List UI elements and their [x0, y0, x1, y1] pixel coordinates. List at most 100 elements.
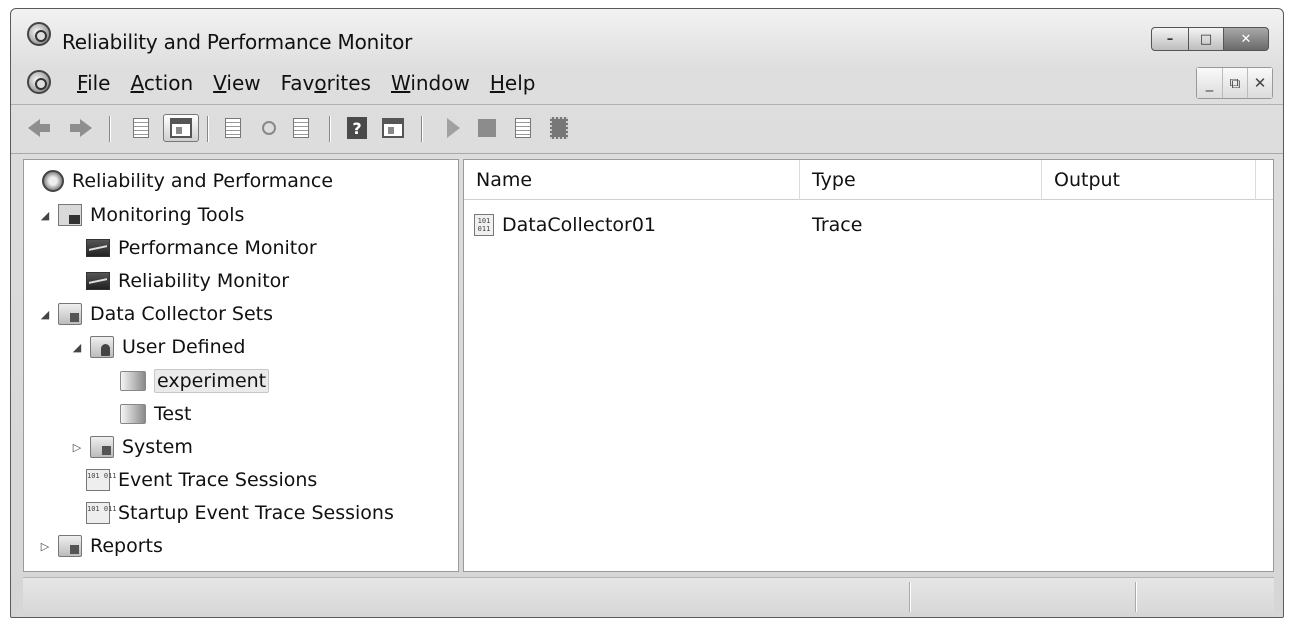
task-icon[interactable]: [509, 114, 537, 142]
child-window-controls: _ ⧉ ✕: [1196, 67, 1273, 99]
minimize-button[interactable]: –: [1151, 27, 1189, 51]
system-folder-icon: [90, 436, 114, 458]
console-gear-icon[interactable]: [27, 70, 51, 94]
up-icon[interactable]: [127, 114, 155, 142]
performance-monitor-icon: [86, 239, 110, 257]
toolbar-separator: [421, 116, 422, 142]
forward-icon[interactable]: [67, 114, 95, 142]
column-header-name[interactable]: Name: [464, 160, 800, 200]
user-defined-icon: [90, 336, 114, 358]
properties-icon[interactable]: [219, 114, 247, 142]
menu-file[interactable]: File: [67, 71, 120, 95]
tree-item-label: Data Collector Sets: [90, 303, 274, 325]
trace-session-icon: 101 011: [86, 502, 117, 524]
up-icon-shape: [133, 118, 149, 138]
tree-item-startup-event-trace-sessions[interactable]: 101 011 Startup Event Trace Sessions: [86, 498, 394, 528]
menu-items: File Action View Favorites Window Help: [67, 71, 545, 95]
export-list-shape: [293, 118, 309, 138]
tree-item-label: Reliability and Performance: [72, 170, 334, 192]
table-row[interactable]: 101 011 DataCollector01 Trace: [464, 208, 1273, 242]
trace-file-icon: 101 011: [474, 214, 494, 236]
app-window: Reliability and Performance Monitor – □ …: [10, 8, 1284, 618]
tree-item-performance-monitor[interactable]: Performance Monitor: [86, 233, 317, 263]
status-separator: [1135, 582, 1136, 612]
menu-help[interactable]: Help: [480, 71, 546, 95]
tree-item-reliability-monitor[interactable]: Reliability Monitor: [86, 266, 289, 296]
refresh-icon[interactable]: [255, 114, 283, 142]
start-shape: [446, 118, 460, 138]
latest-report-shape: [550, 117, 568, 139]
collapse-icon[interactable]: ◢: [38, 208, 52, 222]
toolbar: ?: [11, 106, 1283, 154]
title-bar[interactable]: Reliability and Performance Monitor – □ …: [11, 9, 1283, 59]
list-header: Name Type Output: [464, 160, 1273, 200]
reports-icon: [58, 535, 82, 557]
collapse-icon[interactable]: ◢: [70, 340, 84, 354]
stop-icon[interactable]: [473, 114, 501, 142]
collapse-icon[interactable]: ◢: [38, 307, 52, 321]
menu-action[interactable]: Action: [120, 71, 203, 95]
child-restore-button[interactable]: ⧉: [1222, 68, 1247, 98]
row-name: DataCollector01: [502, 214, 657, 236]
window-controls: – □ ✕: [1151, 27, 1269, 51]
toolbar-separator: [207, 116, 208, 142]
expand-icon[interactable]: ▷: [38, 539, 52, 553]
tree-item-label: experiment: [154, 369, 270, 393]
gear-icon: [42, 170, 64, 192]
tree-item-label: Monitoring Tools: [90, 204, 245, 226]
properties-shape: [225, 118, 241, 138]
tree-item-user-defined[interactable]: ◢ User Defined: [70, 332, 245, 362]
tree-item-event-trace-sessions[interactable]: 101 011 Event Trace Sessions: [86, 465, 317, 495]
status-bar: [23, 577, 1274, 613]
expand-icon[interactable]: ▷: [70, 440, 84, 454]
tree-item-system[interactable]: ▷ System: [70, 432, 193, 462]
tree-item-label: Reliability Monitor: [118, 270, 290, 292]
collector-set-icon: [120, 371, 146, 391]
tree-item-label: Test: [154, 403, 192, 425]
menu-favorites[interactable]: Favorites: [271, 71, 381, 95]
forward-arrow-shape: [80, 119, 92, 137]
tree-item-monitoring-tools[interactable]: ◢ Monitoring Tools: [38, 200, 244, 230]
child-minimize-button[interactable]: _: [1197, 68, 1222, 98]
export-list-icon[interactable]: [287, 114, 315, 142]
tree-item-label: Reports: [90, 535, 163, 557]
back-icon[interactable]: [25, 114, 53, 142]
menu-bar: File Action View Favorites Window Help _ ⧉ ✕: [11, 61, 1283, 105]
maximize-button[interactable]: □: [1189, 27, 1223, 51]
result-list[interactable]: Name Type Output 101 011 DataCollector01…: [463, 159, 1274, 572]
app-gear-icon[interactable]: [27, 22, 51, 46]
reliability-monitor-icon: [86, 272, 110, 290]
close-button[interactable]: ✕: [1223, 27, 1269, 51]
console-tree[interactable]: Reliability and Performance ◢ Monitoring T…: [23, 159, 459, 572]
show-hide-action-pane-icon[interactable]: [379, 114, 407, 142]
tree-item-data-collector-sets[interactable]: ◢ Data Collector Sets: [38, 299, 273, 329]
window-title: Reliability and Performance Monitor: [62, 30, 413, 54]
status-separator: [909, 582, 910, 612]
column-header-type[interactable]: Type: [800, 160, 1042, 200]
toolbar-separator: [329, 116, 330, 142]
tree-item-reports[interactable]: ▷ Reports: [38, 531, 163, 561]
help-icon[interactable]: ?: [343, 114, 371, 142]
latest-report-icon[interactable]: [545, 114, 573, 142]
stop-shape: [478, 119, 496, 137]
tree-item-reliability-and-performance[interactable]: Reliability and Performance: [42, 166, 333, 196]
back-arrow-shape: [28, 119, 40, 137]
column-header-output[interactable]: Output: [1042, 160, 1256, 200]
child-close-button[interactable]: ✕: [1247, 68, 1272, 98]
show-hide-console-tree-icon[interactable]: [163, 114, 199, 142]
tree-item-label: User Defined: [122, 336, 246, 358]
start-icon[interactable]: [439, 114, 467, 142]
menu-window[interactable]: Window: [381, 71, 480, 95]
help-glyph: ?: [347, 117, 367, 139]
tree-item-experiment[interactable]: experiment: [120, 366, 270, 396]
task-shape: [515, 118, 531, 138]
collector-set-icon: [120, 404, 146, 424]
data-collector-sets-icon: [58, 303, 82, 325]
tree-item-test[interactable]: Test: [120, 399, 191, 429]
tree-item-label: Event Trace Sessions: [118, 469, 318, 491]
cell-name: 101 011 DataCollector01: [474, 208, 656, 242]
toolbar-separator: [109, 116, 110, 142]
trace-session-icon: 101 011: [86, 469, 117, 491]
tree-item-label: System: [122, 436, 193, 458]
menu-view[interactable]: View: [203, 71, 270, 95]
